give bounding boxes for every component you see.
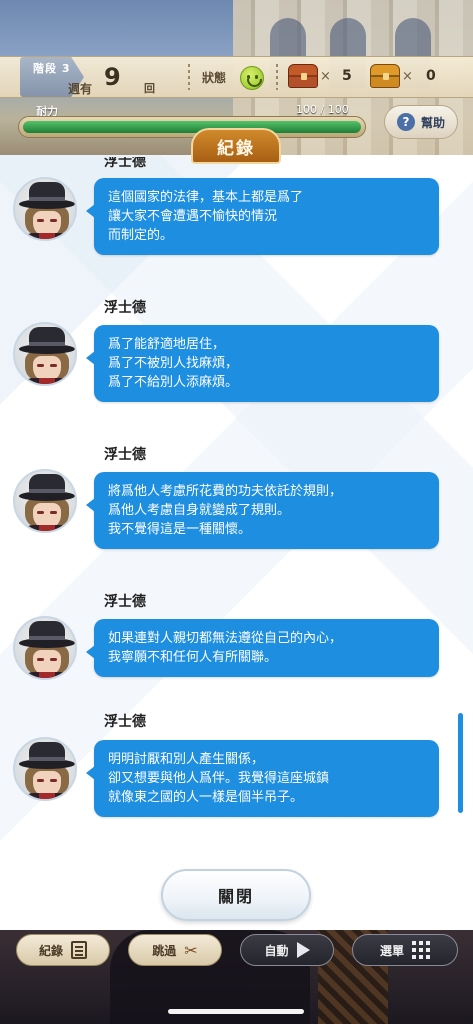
speaker-name: 浮士德 [104, 447, 146, 463]
menu-button[interactable]: 選單 [352, 934, 458, 966]
question-icon: ? [396, 113, 415, 131]
dialogue-bubble: 爲了能舒適地居住， 爲了不被別人找麻煩， 爲了不給別人添麻煩。 [86, 325, 439, 402]
home-indicator [168, 1009, 304, 1014]
log-title: 紀錄 [217, 138, 255, 159]
avatar [13, 737, 77, 801]
red-chest-icon [288, 64, 318, 88]
dialogue-line: 讓大家不會遭遇不愉快的情況 [108, 209, 278, 224]
avatar [13, 177, 77, 241]
dialogue-line: 爲了不被別人找麻煩， [108, 356, 239, 371]
dialogue-line: 明明討厭和別人產生關係， [108, 752, 265, 767]
auto-button-label: 自動 [264, 943, 289, 958]
gold-chest-icon [370, 64, 400, 88]
scrollbar[interactable] [458, 713, 463, 813]
chest-red-count: 5 [342, 68, 352, 84]
scissors-icon: ✂ [184, 940, 198, 960]
dialogue-bubble: 明明討厭和別人產生關係， 卻又想要與他人爲伴。我覺得這座城鎮 就像東之國的人一樣… [86, 740, 439, 817]
notebook-icon [71, 941, 87, 959]
avatar [13, 322, 77, 386]
speaker-name: 浮士德 [104, 714, 146, 730]
dialogue-bubble: 這個國家的法律，基本上都是爲了 讓大家不會遭遇不愉快的情況 而制定的。 [86, 178, 439, 255]
grid-icon [412, 941, 430, 959]
avatar [13, 616, 77, 680]
week-label: 週有 [68, 82, 93, 96]
divider [276, 64, 278, 90]
dialogue-line: 爲他人考慮自身就變成了規則。 [108, 503, 291, 518]
skip-button-label: 跳過 [152, 943, 177, 958]
play-icon [296, 942, 310, 958]
dialogue-bubble: 如果連對人親切都無法遵從自己的內心， 我寧願不和任何人有所關聯。 [86, 619, 439, 677]
dialogue-line: 就像東之國的人一樣是個半吊子。 [108, 790, 304, 805]
close-label: 關閉 [217, 887, 254, 906]
auto-button[interactable]: 自動 [240, 934, 334, 966]
divider [188, 64, 190, 90]
dialogue-line: 爲了能舒適地居住， [108, 337, 226, 352]
log-button-label: 紀錄 [38, 943, 63, 958]
dialogue-line: 如果連對人親切都無法遵從自己的內心， [108, 631, 343, 646]
skip-button[interactable]: 跳過 ✂ [128, 934, 222, 966]
week-count: 9 [104, 63, 121, 91]
menu-button-label: 選單 [379, 943, 404, 958]
close-button[interactable]: 關閉 [161, 869, 311, 921]
speaker-name: 浮士德 [104, 594, 146, 610]
log-title-tab: 紀錄 [191, 128, 281, 164]
chest-red-times: × [320, 69, 331, 84]
dialogue-line: 我寧願不和任何人有所關聯。 [108, 650, 278, 665]
chest-gold-times: × [402, 69, 413, 84]
dialogue-line: 而制定的。 [108, 228, 174, 243]
stamina-bar [18, 116, 366, 138]
help-label: 幫助 [420, 115, 445, 130]
smile-icon [240, 66, 264, 90]
stage-label: 階段 3 [33, 62, 71, 75]
state-label: 狀態 [202, 71, 227, 85]
dialogue-line: 卻又想要與他人爲伴。我覺得這座城鎮 [108, 771, 330, 786]
avatar [13, 469, 77, 533]
chest-gold-count: 0 [426, 68, 436, 84]
dialogue-bubble: 將爲他人考慮所花費的功夫依託於規則， 爲他人考慮自身就變成了規則。 我不覺得這是… [86, 472, 439, 549]
stamina-value: 100 / 100 [296, 103, 349, 116]
dialogue-line: 我不覺得這是一種關懷。 [108, 522, 252, 537]
log-button[interactable]: 紀錄 [16, 934, 110, 966]
stamina-fill [23, 121, 361, 133]
dialogue-line: 爲了不給別人添麻煩。 [108, 375, 239, 390]
speaker-name: 浮士德 [104, 300, 146, 316]
help-button[interactable]: ? 幫助 [384, 105, 458, 139]
log-panel[interactable]: 浮士德 這個國家的法律，基本上都是爲了 讓大家不會遭遇不愉快的情況 而制定的。 … [0, 155, 473, 930]
week-unit: 回 [144, 82, 155, 95]
dialogue-line: 將爲他人考慮所花費的功夫依託於規則， [108, 484, 343, 499]
dialogue-line: 這個國家的法律，基本上都是爲了 [108, 190, 304, 205]
